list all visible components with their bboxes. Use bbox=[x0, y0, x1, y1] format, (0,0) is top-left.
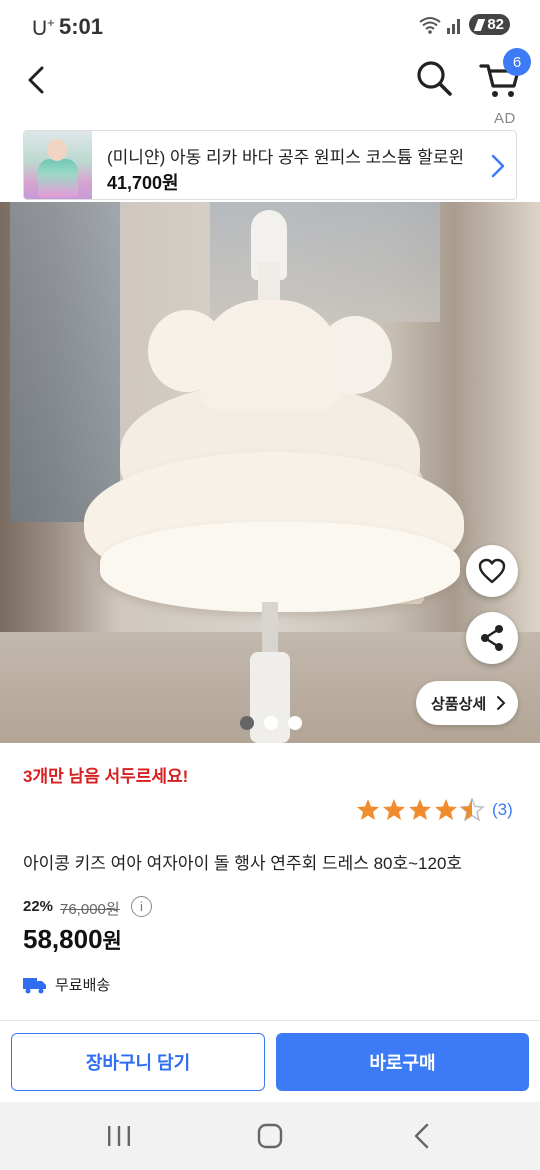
share-button[interactable] bbox=[466, 612, 518, 664]
star-full-icon bbox=[357, 799, 379, 820]
divider bbox=[0, 1020, 540, 1021]
carrier-label: U+ bbox=[32, 15, 55, 40]
nav-back-icon[interactable] bbox=[408, 1122, 436, 1150]
carousel-dot[interactable] bbox=[264, 716, 278, 730]
home-icon[interactable] bbox=[256, 1122, 284, 1150]
star-full-icon bbox=[409, 799, 431, 820]
battery-icon: 82 bbox=[469, 14, 510, 35]
add-to-cart-button[interactable]: 장바구니 담기 bbox=[11, 1033, 265, 1091]
review-count[interactable]: (3) bbox=[492, 800, 513, 820]
carousel-dot[interactable] bbox=[288, 716, 302, 730]
ad-thumbnail bbox=[24, 131, 92, 199]
chevron-right-icon bbox=[497, 696, 506, 710]
ad-banner[interactable]: (미니얀) 아동 리카 바다 공주 원피스 코스튬 할로윈 41,700원 bbox=[23, 130, 517, 200]
star-half-icon bbox=[460, 798, 484, 821]
search-icon[interactable] bbox=[414, 58, 454, 98]
system-icons: 82 bbox=[419, 14, 510, 35]
shipping-info: 무료배송 bbox=[23, 974, 110, 995]
ad-title: (미니얀) 아동 리카 바다 공주 원피스 코스튬 할로윈 bbox=[107, 148, 465, 167]
product-detail-label: 상품상세 bbox=[431, 695, 487, 713]
cart-count-badge: 6 bbox=[503, 48, 531, 76]
product-detail-button[interactable]: 상품상세 bbox=[416, 681, 518, 725]
product-title: 아이콩 키즈 여아 여자아이 돌 행사 연주회 드레스 80호~120호 bbox=[23, 854, 463, 873]
original-price: 76,000원 bbox=[60, 901, 120, 918]
chevron-right-icon bbox=[491, 154, 505, 178]
clock: 5:01 bbox=[59, 14, 104, 39]
delivery-truck-icon bbox=[23, 977, 46, 993]
wishlist-button[interactable] bbox=[466, 545, 518, 597]
signal-icon bbox=[447, 18, 461, 34]
ad-label: AD bbox=[494, 110, 516, 127]
system-navigation-bar bbox=[0, 1102, 540, 1170]
info-icon[interactable]: i bbox=[131, 896, 152, 917]
star-full-icon bbox=[435, 799, 457, 820]
recent-apps-icon[interactable] bbox=[105, 1124, 133, 1148]
shipping-label: 무료배송 bbox=[55, 977, 111, 994]
discount-rate: 22% bbox=[23, 898, 54, 915]
wifi-icon bbox=[419, 16, 441, 34]
share-icon bbox=[481, 625, 503, 651]
carousel-indicator bbox=[240, 716, 302, 730]
star-full-icon bbox=[383, 799, 405, 820]
status-bar: U+ 5:01 82 bbox=[0, 0, 540, 52]
back-arrow-icon[interactable] bbox=[18, 60, 54, 100]
sale-price: 58,800원 bbox=[23, 924, 122, 954]
rating[interactable]: (3) bbox=[356, 798, 513, 821]
product-image[interactable] bbox=[0, 202, 540, 743]
carousel-dot[interactable] bbox=[240, 716, 254, 730]
buy-now-button[interactable]: 바로구매 bbox=[276, 1033, 529, 1091]
heart-icon bbox=[478, 558, 506, 584]
stock-urgency-text: 3개만 남음 서두르세요! bbox=[23, 767, 189, 786]
ad-price: 41,700원 bbox=[107, 173, 179, 193]
top-nav: 6 bbox=[0, 48, 540, 112]
